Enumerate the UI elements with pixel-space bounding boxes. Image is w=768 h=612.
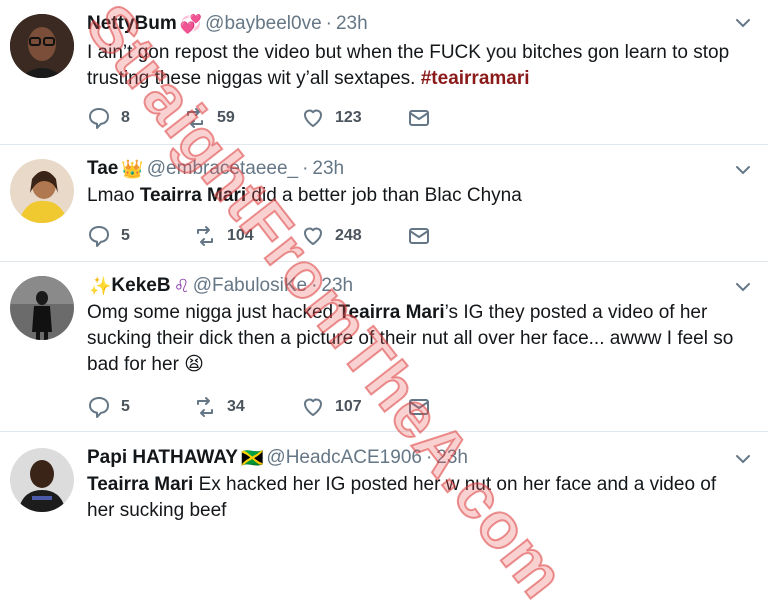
- tired-face-emoji: 😫: [184, 354, 204, 375]
- reply-icon: [89, 397, 109, 418]
- tweet-text: I ain’t gon repost the video but when th…: [87, 40, 748, 92]
- retweet-icon: [187, 108, 203, 128]
- tweet-text: Teairra Mari Ex hacked her IG posted her…: [87, 472, 748, 524]
- tweet-header: Papi HATHAWAY 🇯🇲 @HeadcACE1906 · 23h: [87, 446, 468, 470]
- tweet-header: NettyBum 💞 @baybeel0ve · 23h: [87, 12, 368, 36]
- user-handle[interactable]: @FabulosiKe: [193, 275, 307, 296]
- tweet-text-pre: Lmao: [87, 185, 140, 206]
- retweet-icon: [197, 397, 213, 417]
- reply-count: 5: [121, 227, 130, 244]
- sparkles-emoji: ✨: [89, 276, 112, 296]
- retweet-button[interactable]: 59: [183, 105, 235, 131]
- envelope-icon: [409, 110, 429, 126]
- display-name[interactable]: Tae: [87, 158, 118, 179]
- tweet-header: Tae 👑 @embracetaeee_ · 23h: [87, 157, 344, 181]
- reply-button[interactable]: 5: [87, 394, 130, 420]
- avatar[interactable]: [10, 276, 74, 340]
- retweet-count: 59: [217, 109, 235, 126]
- timestamp[interactable]: 23h: [436, 447, 468, 468]
- timestamp[interactable]: 23h: [336, 13, 368, 34]
- timestamp[interactable]: 23h: [312, 158, 344, 179]
- tweet-text: Omg some nigga just hacked Teairra Mari’…: [87, 300, 748, 378]
- mention-bold[interactable]: Teairra Mari: [87, 474, 193, 495]
- reply-button[interactable]: 5: [87, 223, 130, 249]
- retweet-icon: [197, 226, 213, 246]
- heart-icon: [304, 109, 322, 127]
- retweet-button[interactable]: 104: [193, 223, 254, 249]
- timestamp[interactable]: 23h: [321, 275, 353, 296]
- envelope-icon: [409, 399, 429, 415]
- reply-count: 8: [121, 109, 130, 126]
- like-button[interactable]: 248: [301, 223, 362, 249]
- tweet-header: ✨KekeB ♌ @FabulosiKe · 23h: [89, 274, 353, 298]
- reply-button[interactable]: 8: [87, 105, 130, 131]
- chevron-down-icon[interactable]: [734, 161, 752, 179]
- heart-icon: [304, 227, 322, 245]
- display-name[interactable]: NettyBum: [87, 13, 177, 34]
- separator-dot: ·: [302, 158, 309, 179]
- user-handle[interactable]: @embracetaeee_: [147, 158, 298, 179]
- retweet-count: 34: [227, 398, 245, 415]
- avatar[interactable]: [10, 159, 74, 223]
- mention-bold[interactable]: Teairra Mari: [140, 185, 246, 206]
- tweet-2[interactable]: Tae 👑 @embracetaeee_ · 23h Lmao Teairra Mari…: [0, 145, 768, 262]
- name-emoji: 🇯🇲: [240, 448, 264, 468]
- tweet-4[interactable]: Papi HATHAWAY 🇯🇲 @HeadcACE1906 · 23h Teairra…: [0, 432, 768, 541]
- tweet-1[interactable]: NettyBum 💞 @baybeel0ve · 23h I ain’t gon rep…: [0, 0, 768, 145]
- tweet-text-pre: Omg some nigga just hacked: [87, 302, 339, 323]
- separator-dot: ·: [325, 13, 332, 34]
- envelope-icon: [409, 228, 429, 244]
- chevron-down-icon[interactable]: [734, 278, 752, 296]
- user-handle[interactable]: @baybeel0ve: [205, 13, 321, 34]
- display-name[interactable]: Papi HATHAWAY: [87, 447, 238, 468]
- like-count: 123: [335, 109, 362, 126]
- reply-icon: [89, 226, 109, 247]
- mention-bold[interactable]: Teairra Mari: [338, 302, 444, 323]
- chevron-down-icon[interactable]: [734, 14, 752, 32]
- like-count: 107: [335, 398, 362, 415]
- like-button[interactable]: 107: [301, 394, 362, 420]
- avatar[interactable]: [10, 14, 74, 78]
- name-emoji: 💞: [179, 14, 203, 34]
- tweet-3[interactable]: ✨KekeB ♌ @FabulosiKe · 23h Omg some nigga ju…: [0, 262, 768, 432]
- like-button[interactable]: 123: [301, 105, 362, 131]
- name-emoji: ♌: [173, 276, 190, 296]
- retweet-button[interactable]: 34: [193, 394, 245, 420]
- avatar[interactable]: [10, 448, 74, 512]
- tweet-text-plain: I ain’t gon repost the video but when th…: [87, 42, 730, 89]
- message-button[interactable]: [407, 223, 441, 249]
- like-count: 248: [335, 227, 362, 244]
- message-button[interactable]: [407, 105, 441, 131]
- hashtag-link[interactable]: #teairramari: [421, 68, 530, 89]
- message-button[interactable]: [407, 394, 441, 420]
- retweet-count: 104: [227, 227, 254, 244]
- reply-icon: [89, 108, 109, 129]
- separator-dot: ·: [425, 447, 433, 468]
- tweet-text: Lmao Teairra Mari did a better job than …: [87, 183, 748, 209]
- user-handle[interactable]: @HeadcACE1906: [266, 447, 422, 468]
- chevron-down-icon[interactable]: [734, 450, 752, 468]
- display-name[interactable]: KekeB: [111, 275, 170, 296]
- separator-dot: ·: [311, 275, 318, 296]
- name-emoji: 👑: [121, 159, 144, 179]
- reply-count: 5: [121, 398, 130, 415]
- tweet-text-post: did a better job than Blac Chyna: [246, 185, 522, 206]
- heart-icon: [304, 398, 322, 416]
